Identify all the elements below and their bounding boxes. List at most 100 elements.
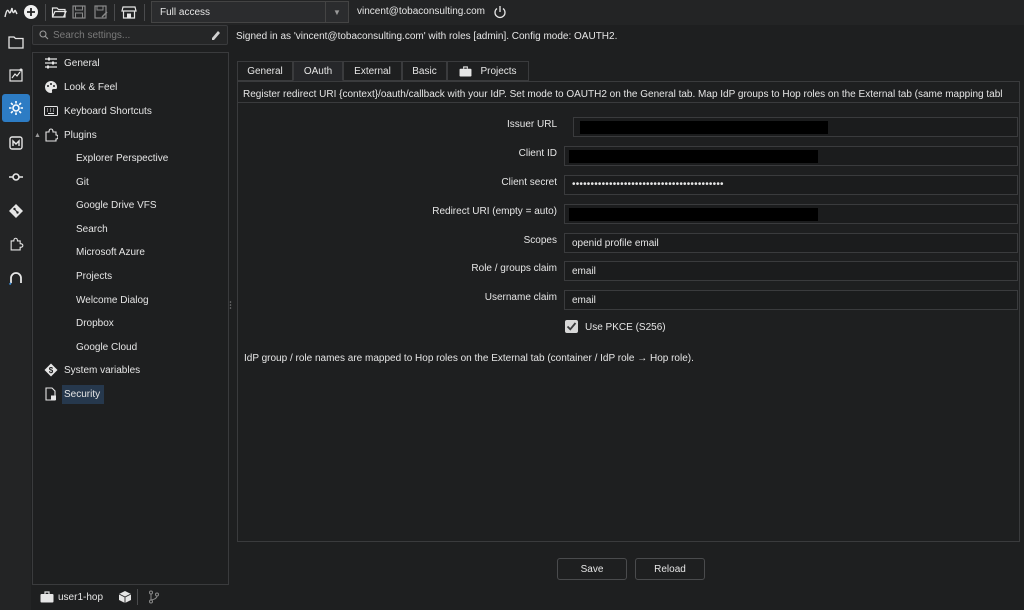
- tree-item-look-and-feel[interactable]: Look & Feel: [44, 76, 117, 98]
- document-lock-icon: [44, 387, 58, 401]
- tree-item-keyboard-shortcuts[interactable]: Keyboard Shortcuts: [44, 100, 152, 122]
- redacted-value: [569, 150, 818, 163]
- tree-item-label: Look & Feel: [64, 81, 118, 93]
- briefcase-icon: [459, 65, 472, 77]
- tree-item-plugins[interactable]: ▲ Plugins: [34, 124, 97, 146]
- tree-item-microsoft-azure[interactable]: Microsoft Azure: [76, 241, 145, 263]
- tree-item-label: Projects: [76, 270, 113, 282]
- sliders-icon: [44, 56, 58, 70]
- save-as-icon[interactable]: [91, 2, 111, 22]
- tree-item-dropbox[interactable]: Dropbox: [76, 312, 114, 334]
- tree-item-label: Search: [76, 223, 108, 235]
- tree-item-label: System variables: [64, 364, 141, 376]
- tab-external[interactable]: External: [343, 61, 402, 81]
- tree-item-google-cloud[interactable]: Google Cloud: [76, 336, 137, 358]
- power-icon[interactable]: [490, 2, 510, 22]
- perspective-rail: [0, 25, 31, 610]
- tree-item-welcome-dialog[interactable]: Welcome Dialog: [76, 289, 149, 311]
- marketplace-icon[interactable]: [119, 2, 139, 22]
- tree-item-git[interactable]: Git: [76, 171, 89, 193]
- hop-logo-icon[interactable]: [1, 2, 21, 22]
- keyboard-icon: [44, 104, 58, 118]
- client-secret-label: Client secret: [501, 177, 557, 188]
- settings-icon[interactable]: [2, 94, 30, 122]
- git-icon[interactable]: [2, 163, 30, 191]
- tree-item-label: Keyboard Shortcuts: [64, 105, 152, 117]
- tree-item-general[interactable]: General: [44, 52, 100, 74]
- tree-item-security[interactable]: Security: [44, 383, 105, 405]
- role-claim-field[interactable]: email: [564, 261, 1018, 281]
- divider: [237, 102, 1020, 103]
- search-input[interactable]: [53, 29, 203, 42]
- tree-item-search[interactable]: Search: [76, 218, 108, 240]
- briefcase-icon: [40, 591, 54, 603]
- puzzle-icon: [44, 128, 58, 142]
- role-claim-label: Role / groups claim: [471, 263, 557, 274]
- save-button[interactable]: Save: [557, 558, 627, 580]
- panel-splitter[interactable]: [229, 300, 232, 310]
- pkce-label[interactable]: Use PKCE (S256): [585, 322, 666, 333]
- tree-item-label: Explorer Perspective: [76, 152, 169, 164]
- monitor-icon[interactable]: [2, 129, 30, 157]
- tree-item-label: Google Drive VFS: [76, 199, 157, 211]
- tree-item-system-variables[interactable]: $ System variables: [44, 359, 140, 381]
- add-icon[interactable]: [21, 2, 41, 22]
- username-claim-label: Username claim: [484, 292, 557, 303]
- issuer-url-label: Issuer URL: [506, 119, 557, 130]
- oauth-instructions: Register redirect URI {context}/oauth/ca…: [243, 89, 1003, 100]
- status-bar: user1-hop: [32, 585, 232, 610]
- search-icon[interactable]: [2, 264, 30, 292]
- username-claim-field[interactable]: email: [564, 290, 1018, 310]
- scopes-value: openid profile email: [572, 238, 659, 249]
- save-icon[interactable]: [69, 2, 89, 22]
- plugins-icon[interactable]: [2, 230, 30, 258]
- branch-icon[interactable]: [148, 590, 160, 604]
- project-name[interactable]: user1-hop: [58, 592, 103, 603]
- pkce-checkbox[interactable]: [565, 320, 578, 333]
- client-secret-field[interactable]: ••••••••••••••••••••••••••••••••••••••••…: [564, 175, 1018, 195]
- username-claim-value: email: [572, 295, 596, 306]
- issuer-url-field[interactable]: [573, 117, 1018, 137]
- main-toolbar: Full access ▼ vincent@tobaconsulting.com: [0, 0, 1024, 25]
- signed-in-user: vincent@tobaconsulting.com: [357, 6, 485, 17]
- svg-text:$: $: [49, 366, 54, 375]
- reload-button[interactable]: Reload: [635, 558, 705, 580]
- tree-item-explorer-perspective[interactable]: Explorer Perspective: [76, 147, 168, 169]
- tab-basic[interactable]: Basic: [402, 61, 447, 81]
- tree-item-label: General: [64, 57, 100, 69]
- checkmark-icon: [566, 322, 577, 331]
- tree-item-label: Git: [76, 176, 89, 188]
- tab-oauth[interactable]: OAuth: [293, 61, 343, 81]
- open-folder-icon[interactable]: [49, 2, 69, 22]
- settings-search[interactable]: [32, 25, 228, 45]
- tree-item-label: Google Cloud: [76, 341, 138, 353]
- palette-icon: [44, 80, 58, 94]
- tab-label: General: [247, 65, 283, 77]
- tab-projects[interactable]: Projects: [447, 61, 529, 81]
- client-id-field[interactable]: [564, 146, 1018, 166]
- clear-search-icon[interactable]: [210, 29, 221, 41]
- scopes-field[interactable]: openid profile email: [564, 233, 1018, 253]
- role-claim-value: email: [572, 266, 596, 277]
- tree-item-projects[interactable]: Projects: [76, 265, 112, 287]
- git-branch-icon[interactable]: [2, 197, 30, 225]
- tab-label: Projects: [480, 65, 517, 77]
- redacted-value: [580, 121, 828, 134]
- tree-item-label: Welcome Dialog: [76, 294, 149, 306]
- search-icon: [39, 30, 49, 40]
- tree-item-label: Dropbox: [76, 317, 114, 329]
- variable-icon: $: [44, 363, 58, 377]
- file-explorer-icon[interactable]: [2, 28, 30, 56]
- tree-item-google-drive-vfs[interactable]: Google Drive VFS: [76, 194, 157, 216]
- masked-secret: ••••••••••••••••••••••••••••••••••••••••…: [572, 179, 724, 190]
- redirect-uri-field[interactable]: [564, 204, 1018, 224]
- environment-cube-icon[interactable]: [118, 590, 132, 604]
- tab-general[interactable]: General: [237, 61, 293, 81]
- tab-label: OAuth: [303, 65, 333, 77]
- metadata-icon[interactable]: [2, 61, 30, 89]
- tree-item-label: Security: [62, 384, 105, 404]
- chevron-down-icon[interactable]: ▼: [325, 2, 348, 22]
- access-mode-select[interactable]: Full access ▼: [151, 1, 349, 23]
- signed-in-status: Signed in as 'vincent@tobaconsulting.com…: [236, 31, 618, 42]
- collapse-arrow-icon[interactable]: ▲: [34, 132, 41, 139]
